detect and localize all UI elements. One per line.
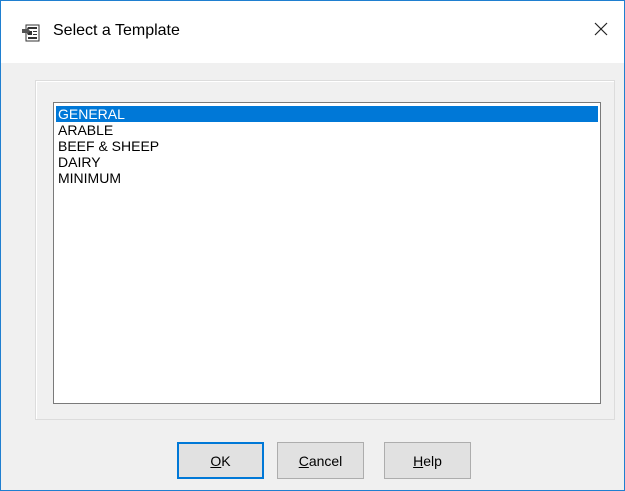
close-button[interactable] — [578, 9, 624, 53]
template-list-item[interactable]: ARABLE — [56, 122, 598, 138]
ok-label-rest: K — [221, 452, 231, 469]
template-list-item[interactable]: DAIRY — [56, 154, 598, 170]
cancel-mnemonic: C — [298, 452, 309, 469]
help-label-rest: elp — [423, 452, 442, 469]
dialog-window: Select a Template GENERAL ARABLE BEEF & SH… — [0, 0, 625, 491]
help-button[interactable]: Help — [384, 442, 471, 479]
template-list-item[interactable]: GENERAL — [56, 106, 598, 122]
template-listbox[interactable]: GENERAL ARABLE BEEF & SHEEP DAIRY MINIMUM — [53, 102, 601, 404]
cancel-button[interactable]: Cancel — [277, 442, 364, 479]
ok-mnemonic: O — [210, 452, 222, 469]
help-mnemonic: H — [413, 452, 424, 469]
cancel-label-rest: ancel — [308, 452, 343, 469]
title-bar[interactable]: Select a Template — [1, 1, 624, 63]
template-list-item[interactable]: MINIMUM — [56, 170, 598, 186]
template-list-item[interactable]: BEEF & SHEEP — [56, 138, 598, 154]
close-icon — [594, 22, 608, 41]
ok-button[interactable]: OK — [177, 442, 264, 479]
dialog-title: Select a Template — [53, 22, 180, 39]
template-icon — [21, 23, 41, 43]
